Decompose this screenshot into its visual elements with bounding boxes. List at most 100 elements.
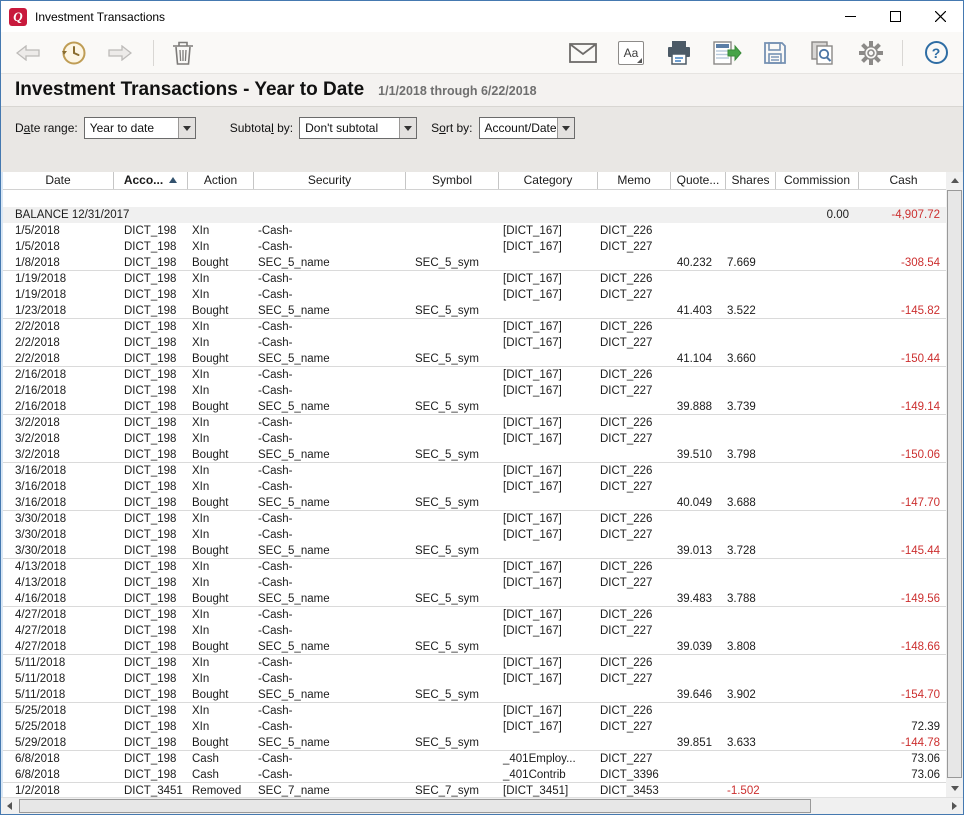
delete-icon[interactable] <box>168 38 198 68</box>
chevron-down-icon[interactable] <box>178 118 195 138</box>
back-icon[interactable] <box>13 38 43 68</box>
table-row[interactable]: 1/19/2018DICT_198XIn-Cash-[DICT_167]DICT… <box>3 287 946 303</box>
table-row[interactable]: 2/16/2018DICT_198XIn-Cash-[DICT_167]DICT… <box>3 367 946 383</box>
table-row[interactable]: 3/16/2018DICT_198XIn-Cash-[DICT_167]DICT… <box>3 463 946 479</box>
cell-security: SEC_5_name <box>254 399 406 414</box>
cell-symbol <box>406 239 499 255</box>
cell-date: 3/2/2018 <box>3 431 114 447</box>
table-row[interactable]: 2/2/2018DICT_198XIn-Cash-[DICT_167]DICT_… <box>3 335 946 351</box>
preview-icon[interactable] <box>808 38 838 68</box>
column-header-security[interactable]: Security <box>254 172 406 189</box>
column-header-shares[interactable]: Shares <box>726 172 776 189</box>
table-row[interactable]: 3/30/2018DICT_198BoughtSEC_5_nameSEC_5_s… <box>3 543 946 559</box>
cell-memo <box>598 639 671 654</box>
history-icon[interactable] <box>59 38 89 68</box>
cell-date: 3/16/2018 <box>3 479 114 495</box>
table-row[interactable]: 5/11/2018DICT_198XIn-Cash-[DICT_167]DICT… <box>3 655 946 671</box>
vertical-scroll-thumb[interactable] <box>947 190 962 778</box>
table-row[interactable]: 3/30/2018DICT_198XIn-Cash-[DICT_167]DICT… <box>3 511 946 527</box>
maximize-button[interactable] <box>873 2 918 32</box>
scroll-down-icon[interactable] <box>946 780 963 797</box>
cell-action: Bought <box>188 591 254 606</box>
table-row[interactable]: 2/16/2018DICT_198XIn-Cash-[DICT_167]DICT… <box>3 383 946 399</box>
table-row[interactable]: 1/23/2018DICT_198BoughtSEC_5_nameSEC_5_s… <box>3 303 946 319</box>
table-row[interactable]: 1/5/2018DICT_198XIn-Cash-[DICT_167]DICT_… <box>3 223 946 239</box>
cell-symbol <box>406 271 499 287</box>
column-header-date[interactable]: Date <box>3 172 114 189</box>
save-icon[interactable] <box>760 38 790 68</box>
font-icon[interactable]: Aa <box>616 38 646 68</box>
scroll-left-icon[interactable] <box>1 798 18 814</box>
table-row[interactable]: 4/13/2018DICT_198XIn-Cash-[DICT_167]DICT… <box>3 575 946 591</box>
email-icon[interactable] <box>568 38 598 68</box>
column-header-account[interactable]: Acco... <box>114 172 188 189</box>
close-button[interactable] <box>918 2 963 32</box>
print-icon[interactable] <box>664 38 694 68</box>
cell-date: 4/13/2018 <box>3 575 114 591</box>
table-row[interactable]: 5/29/2018DICT_198BoughtSEC_5_nameSEC_5_s… <box>3 735 946 751</box>
cell-commission <box>776 703 859 719</box>
column-header-commission[interactable]: Commission <box>776 172 859 189</box>
cell-account: DICT_198 <box>114 575 188 591</box>
minimize-button[interactable] <box>828 2 873 32</box>
cell-cash <box>859 511 946 527</box>
cell-action: XIn <box>188 527 254 543</box>
table-row[interactable]: 4/27/2018DICT_198BoughtSEC_5_nameSEC_5_s… <box>3 639 946 655</box>
column-header-memo[interactable]: Memo <box>598 172 671 189</box>
table-row[interactable]: 5/25/2018DICT_198XIn-Cash-[DICT_167]DICT… <box>3 703 946 719</box>
table-row[interactable]: 2/2/2018DICT_198BoughtSEC_5_nameSEC_5_sy… <box>3 351 946 367</box>
table-row[interactable]: 2/2/2018DICT_198XIn-Cash-[DICT_167]DICT_… <box>3 319 946 335</box>
table-row[interactable]: 4/27/2018DICT_198XIn-Cash-[DICT_167]DICT… <box>3 607 946 623</box>
table-row[interactable]: 3/16/2018DICT_198BoughtSEC_5_nameSEC_5_s… <box>3 495 946 511</box>
table-row[interactable]: 4/13/2018DICT_198XIn-Cash-[DICT_167]DICT… <box>3 559 946 575</box>
scroll-right-icon[interactable] <box>946 798 963 814</box>
date-range-select[interactable]: Year to date <box>84 117 196 139</box>
table-row[interactable]: 6/8/2018DICT_198Cash-Cash-_401ContribDIC… <box>3 767 946 783</box>
cell-action: XIn <box>188 623 254 639</box>
cell-commission <box>776 623 859 639</box>
balance-cash: -4,907.72 <box>859 207 946 223</box>
cell-date: 1/8/2018 <box>3 255 114 270</box>
table-row[interactable]: 5/11/2018DICT_198BoughtSEC_5_nameSEC_5_s… <box>3 687 946 703</box>
forward-icon[interactable] <box>105 38 135 68</box>
cell-security: SEC_5_name <box>254 639 406 654</box>
column-header-symbol[interactable]: Symbol <box>406 172 499 189</box>
vertical-scrollbar[interactable] <box>946 172 963 797</box>
table-row[interactable]: 4/16/2018DICT_198BoughtSEC_5_nameSEC_5_s… <box>3 591 946 607</box>
table-row[interactable]: 3/2/2018DICT_198XIn-Cash-[DICT_167]DICT_… <box>3 415 946 431</box>
table-row[interactable]: 3/2/2018DICT_198BoughtSEC_5_nameSEC_5_sy… <box>3 447 946 463</box>
horizontal-scroll-thumb[interactable] <box>19 799 811 813</box>
export-icon[interactable] <box>712 38 742 68</box>
table-row[interactable]: 5/11/2018DICT_198XIn-Cash-[DICT_167]DICT… <box>3 671 946 687</box>
table-row[interactable]: 4/27/2018DICT_198XIn-Cash-[DICT_167]DICT… <box>3 623 946 639</box>
table-row[interactable]: 6/8/2018DICT_198Cash-Cash-_401Employ...D… <box>3 751 946 767</box>
cell-category: [DICT_167] <box>499 319 598 335</box>
scroll-up-icon[interactable] <box>946 172 963 189</box>
table-row[interactable]: 3/2/2018DICT_198XIn-Cash-[DICT_167]DICT_… <box>3 431 946 447</box>
table-row[interactable]: 1/8/2018DICT_198BoughtSEC_5_nameSEC_5_sy… <box>3 255 946 271</box>
sort-select[interactable]: Account/Date <box>479 117 575 139</box>
help-icon[interactable]: ? <box>921 38 951 68</box>
table-row[interactable]: 3/16/2018DICT_198XIn-Cash-[DICT_167]DICT… <box>3 479 946 495</box>
chevron-down-icon[interactable] <box>557 118 574 138</box>
cell-date: 1/5/2018 <box>3 223 114 239</box>
table-row[interactable]: 1/5/2018DICT_198XIn-Cash-[DICT_167]DICT_… <box>3 239 946 255</box>
table-row[interactable]: 3/30/2018DICT_198XIn-Cash-[DICT_167]DICT… <box>3 527 946 543</box>
horizontal-scrollbar[interactable] <box>1 797 963 814</box>
table-row[interactable]: 5/25/2018DICT_198XIn-Cash-[DICT_167]DICT… <box>3 719 946 735</box>
table-row[interactable]: 2/16/2018DICT_198BoughtSEC_5_nameSEC_5_s… <box>3 399 946 415</box>
column-header-category[interactable]: Category <box>499 172 598 189</box>
table-row[interactable]: 1/19/2018DICT_198XIn-Cash-[DICT_167]DICT… <box>3 271 946 287</box>
column-header-action[interactable]: Action <box>188 172 254 189</box>
cell-security: -Cash- <box>254 703 406 719</box>
cell-action: Bought <box>188 735 254 750</box>
table-row[interactable]: 1/2/2018DICT_3451RemovedSEC_7_nameSEC_7_… <box>3 783 946 797</box>
column-header-quote[interactable]: Quote... <box>671 172 726 189</box>
subtotal-select[interactable]: Don't subtotal <box>299 117 417 139</box>
cell-cash: 73.06 <box>859 767 946 782</box>
cell-commission <box>776 783 859 797</box>
column-header-cash[interactable]: Cash <box>859 172 948 189</box>
cell-symbol <box>406 431 499 447</box>
chevron-down-icon[interactable] <box>399 118 416 138</box>
settings-icon[interactable] <box>856 38 886 68</box>
